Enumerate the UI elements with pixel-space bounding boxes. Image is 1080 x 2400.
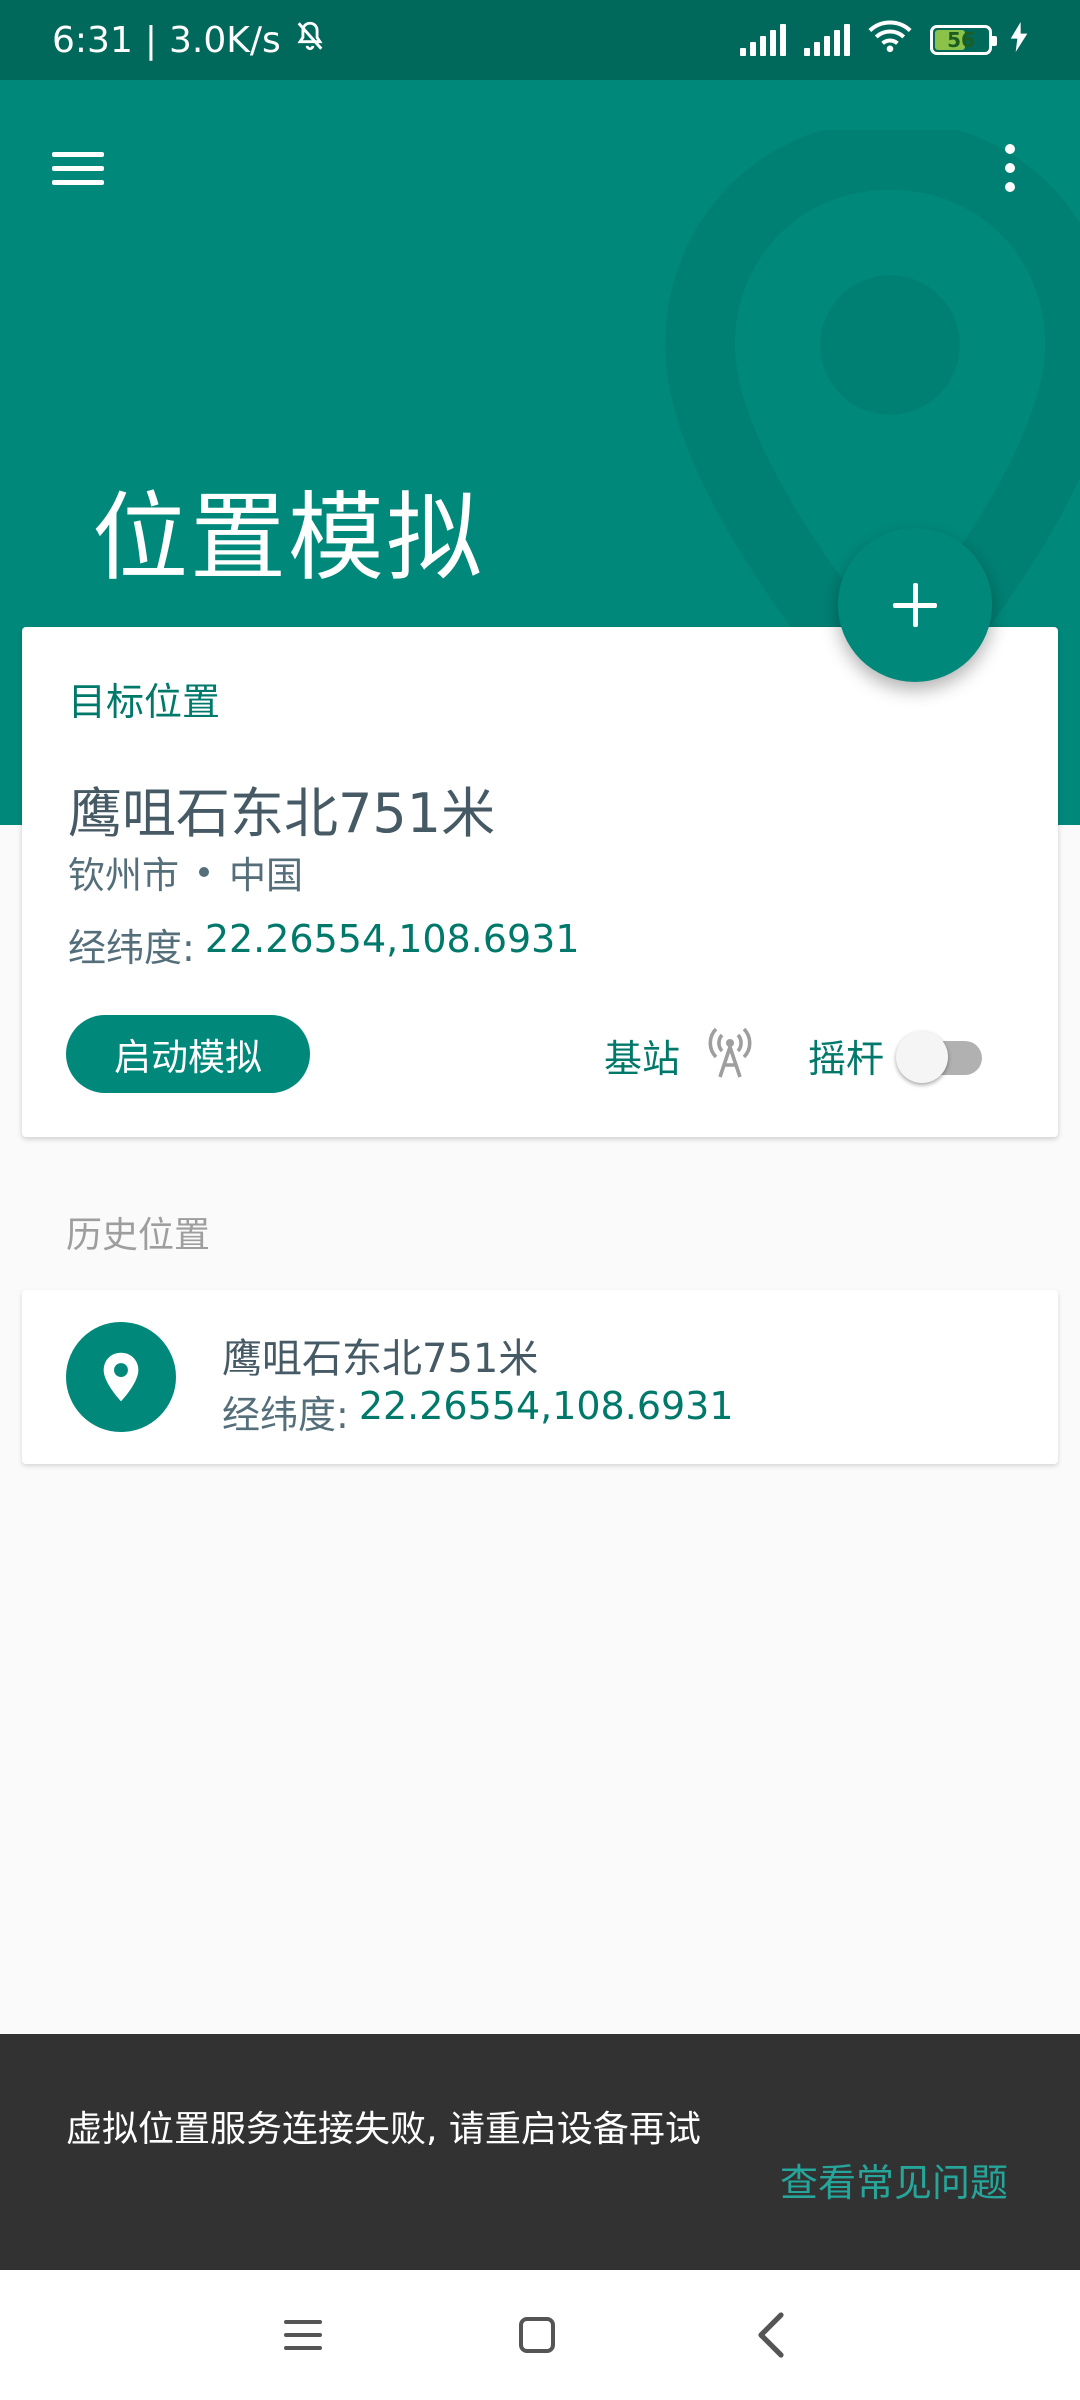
base-station-label: 基站: [604, 1036, 681, 1081]
cell-signal-icon-2: [804, 24, 850, 56]
battery-icon: 56: [930, 25, 997, 55]
history-list-item[interactable]: 鹰咀石东北751米 经纬度: 22.26554,108.6931: [22, 1290, 1058, 1464]
status-time: 6:31: [52, 19, 133, 61]
plus-icon: [893, 583, 937, 627]
view-faq-button[interactable]: 查看常见问题: [780, 2152, 1008, 2207]
recent-apps-button[interactable]: [268, 2300, 338, 2370]
history-section-label: 历史位置: [66, 1215, 211, 1256]
status-right: 56: [740, 19, 1028, 62]
back-button[interactable]: [736, 2300, 806, 2370]
wifi-icon: [868, 19, 912, 62]
target-country: 中国: [229, 854, 303, 897]
snackbar-message: 虚拟位置服务连接失败, 请重启设备再试: [66, 2109, 701, 2150]
joystick-switch[interactable]: [896, 1025, 984, 1085]
error-snackbar: 虚拟位置服务连接失败, 请重启设备再试 查看常见问题: [0, 2034, 1080, 2270]
back-icon: [758, 2312, 784, 2358]
home-icon: [519, 2317, 555, 2353]
status-network-speed: 3.0K/s: [168, 19, 281, 61]
location-pin-icon: [66, 1322, 176, 1432]
base-station-toggle[interactable]: 基站: [604, 1027, 754, 1083]
menu-button[interactable]: [40, 130, 116, 206]
coord-value: 22.26554,108.6931: [204, 917, 580, 961]
bell-off-icon: [293, 19, 327, 62]
battery-level: 56: [947, 28, 975, 52]
target-location-card: 目标位置 鹰咀石东北751米 钦州市 中国 经纬度: 22.26554,108.…: [22, 627, 1058, 1137]
joystick-toggle[interactable]: 摇杆: [808, 1025, 984, 1085]
antenna-icon: [706, 1027, 754, 1083]
status-separator: |: [144, 19, 157, 61]
history-coordinates: 经纬度: 22.26554,108.6931: [222, 1384, 734, 1439]
dot-separator: [199, 867, 209, 877]
system-nav-bar: [0, 2270, 1080, 2400]
target-place-region: 钦州市 中国: [68, 845, 303, 899]
target-location-label: 目标位置: [68, 680, 221, 724]
joystick-label: 摇杆: [808, 1036, 885, 1081]
more-options-button[interactable]: [980, 130, 1040, 206]
page-title: 位置模拟: [92, 482, 484, 594]
cell-signal-icon: [740, 24, 786, 56]
switch-thumb: [896, 1031, 949, 1083]
history-place-name: 鹰咀石东北751米: [222, 1336, 539, 1382]
coord-label: 经纬度:: [68, 926, 195, 970]
home-button[interactable]: [502, 2300, 572, 2370]
start-simulation-button[interactable]: 启动模拟: [66, 1015, 310, 1093]
charging-icon: [1010, 20, 1028, 61]
target-city: 钦州市: [68, 854, 179, 897]
coord-label: 经纬度:: [222, 1393, 349, 1437]
status-left: 6:31 | 3.0K/s: [52, 19, 327, 62]
add-location-button[interactable]: [838, 528, 992, 682]
target-place-name: 鹰咀石东北751米: [68, 782, 496, 845]
status-bar: 6:31 | 3.0K/s 56: [0, 0, 1080, 80]
coord-value: 22.26554,108.6931: [358, 1384, 734, 1428]
target-coordinates: 经纬度: 22.26554,108.6931: [68, 917, 580, 972]
